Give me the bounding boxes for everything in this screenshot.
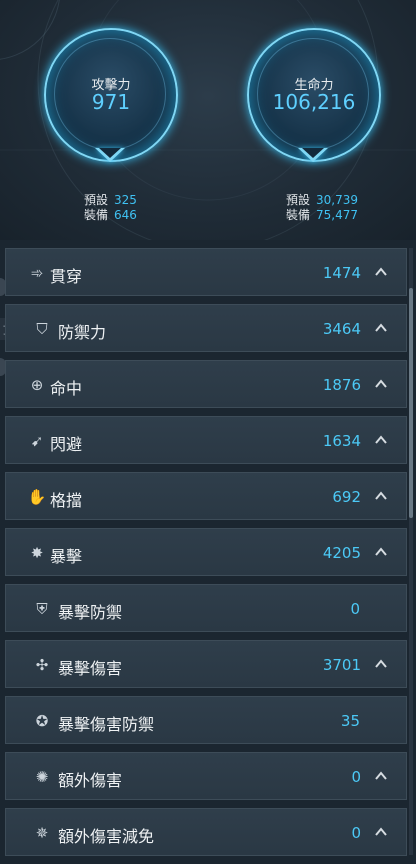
stat-row: ✪ 暴擊傷害防禦 35 [5,696,407,744]
stat-name: 暴擊傷害 [58,659,123,678]
stat-name: 貫穿 [50,267,83,286]
scrollbar-thumb[interactable] [409,288,413,518]
stat-value: 1876 [322,376,361,394]
stat-name: 額外傷害 [58,771,123,790]
stat-list: ➾ 貫穿 1474 ⛉ 防禦力 3464 ⊕ 命中 1876 ➹ 閃避 1634 ✋ 格擋 692 ✸ 暴擊 42… [5,248,407,864]
stat-row[interactable]: ✋ 格擋 692 [5,472,407,520]
stats-header: 攻擊力 971 生命力 106,216 預設 325 裝備 646 預設 30,739… [0,0,416,240]
stat-value: 0 [351,768,361,786]
stat-name: 暴擊傷害防禦 [58,715,155,734]
hp-default-label: 預設 [286,193,311,207]
stat-name: 額外傷害減免 [58,827,155,846]
hp-equip-value: 75,477 [316,208,359,222]
hp-default-value: 30,739 [316,193,359,207]
critical-icon: ✸ [30,544,44,562]
stat-name: 防禦力 [58,323,107,342]
chevron-up-icon[interactable] [374,545,388,559]
stat-name: 格擋 [50,491,83,510]
stat-row[interactable]: ✸ 暴擊 4205 [5,528,407,576]
stat-value: 1634 [322,432,361,450]
stat-value: 692 [332,488,361,506]
chevron-up-icon[interactable] [374,433,388,447]
stat-value: 1474 [322,264,361,282]
stat-row[interactable]: ➾ 貫穿 1474 [5,248,407,296]
stat-name: 命中 [50,379,83,398]
scrollbar[interactable] [409,248,413,855]
damage-reduction-icon: ✵ [35,824,49,842]
chevron-up-icon[interactable] [374,321,388,335]
stat-row[interactable]: ⊕ 命中 1876 [5,360,407,408]
chevron-up-icon[interactable] [374,825,388,839]
penetration-icon: ➾ [30,264,44,282]
stat-row[interactable]: ✣ 暴擊傷害 3701 [5,640,407,688]
stat-value: 3464 [322,320,361,338]
evade-icon: ➹ [30,432,44,450]
stat-value: 0 [350,600,360,618]
attack-orb: 攻擊力 971 [44,28,178,162]
stat-value: 0 [351,824,361,842]
chevron-up-icon[interactable] [374,265,388,279]
attack-default-value: 325 [114,193,137,207]
stat-name: 暴擊 [50,547,83,566]
stat-value: 3701 [322,656,361,674]
stat-row[interactable]: ✺ 額外傷害 0 [5,752,407,800]
stat-row[interactable]: ✵ 額外傷害減免 0 [5,808,407,856]
critical-defense-icon: ⛨ [36,600,48,618]
stat-value: 35 [340,712,360,730]
chevron-up-icon[interactable] [374,377,388,391]
chevron-up-icon[interactable] [374,769,388,783]
chevron-up-icon[interactable] [374,657,388,671]
additional-damage-icon: ✺ [35,768,49,786]
stat-row[interactable]: ⛉ 防禦力 3464 [5,304,407,352]
attack-breakdown: 預設 325 裝備 646 [84,193,137,223]
hp-value: 106,216 [272,90,356,114]
hp-equip-label: 裝備 [286,208,311,222]
chevron-up-icon[interactable] [374,489,388,503]
stat-name: 暴擊防禦 [58,603,123,622]
attack-equip-label: 裝備 [84,208,109,222]
stat-row: ⛨ 暴擊防禦 0 [5,584,407,632]
attack-default-label: 預設 [84,193,109,207]
attack-value: 971 [91,90,131,114]
critical-damage-icon: ✣ [35,656,49,674]
critical-damage-defense-icon: ✪ [35,712,49,730]
crosshair-icon: ⊕ [30,376,44,394]
stat-value: 4205 [322,544,361,562]
shield-icon: ⛉ [36,320,48,338]
hp-breakdown: 預設 30,739 裝備 75,477 [286,193,358,223]
parry-icon: ✋ [27,488,47,506]
hp-orb: 生命力 106,216 [247,28,381,162]
stat-row[interactable]: ➹ 閃避 1634 [5,416,407,464]
attack-equip-value: 646 [114,208,137,222]
stat-name: 閃避 [50,435,83,454]
